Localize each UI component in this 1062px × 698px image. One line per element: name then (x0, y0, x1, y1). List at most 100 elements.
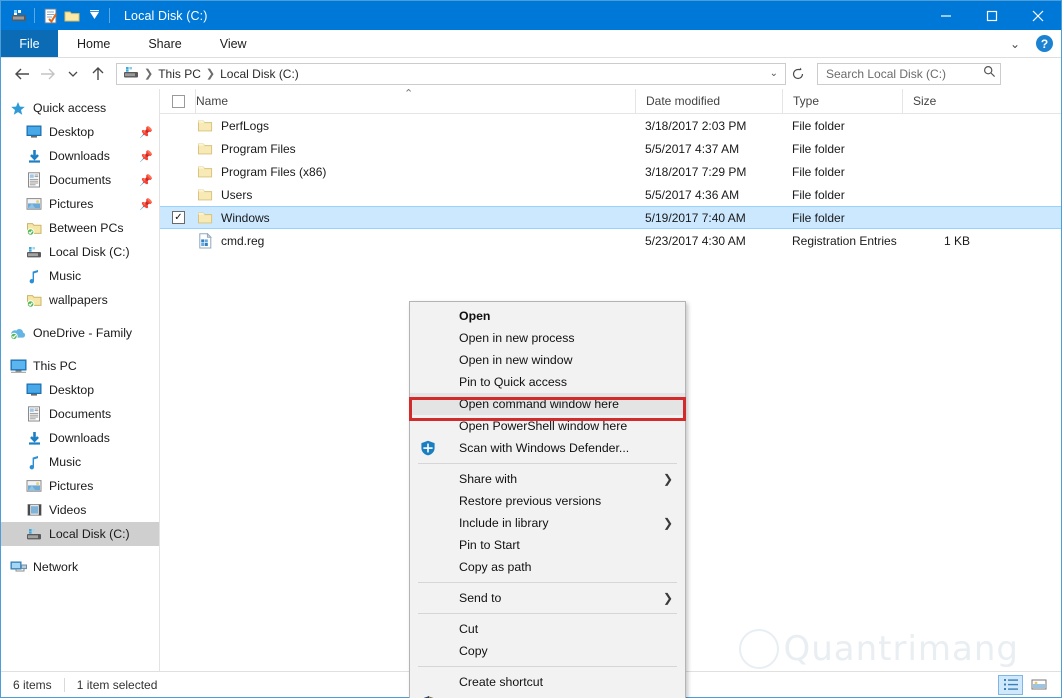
pin-icon[interactable]: 📌 (139, 126, 153, 139)
menu-item-copy-as-path[interactable]: Copy as path (410, 556, 685, 578)
table-row[interactable]: PerfLogs3/18/2017 2:03 PMFile folder (160, 114, 1061, 137)
menu-item-label: Send to (459, 591, 501, 605)
file-name: Program Files (215, 142, 645, 156)
menu-item-share-with[interactable]: Share with❯ (410, 468, 685, 490)
chevron-down-icon[interactable]: ⌄ (1004, 37, 1026, 51)
details-view-icon[interactable] (998, 675, 1023, 695)
breadcrumb-this-pc[interactable]: This PC (155, 67, 204, 81)
breadcrumb[interactable]: ❯ This PC ❯ Local Disk (C:) ⌄ (116, 63, 786, 85)
tab-file[interactable]: File (1, 30, 58, 57)
menu-item-copy[interactable]: Copy (410, 640, 685, 662)
sidebar-item-label: Music (49, 455, 81, 469)
row-checkbox[interactable] (172, 119, 185, 132)
row-checkbox[interactable]: ✓ (172, 211, 185, 224)
sidebar-item-pictures[interactable]: Pictures📌 (1, 192, 159, 216)
sidebar-item-between-pcs[interactable]: Between PCs (1, 216, 159, 240)
videos-icon (25, 502, 43, 518)
pin-icon[interactable]: 📌 (139, 150, 153, 163)
table-row[interactable]: ✓Windows5/19/2017 7:40 AMFile folder (160, 206, 1061, 229)
sidebar-item-downloads[interactable]: Downloads (1, 426, 159, 450)
sidebar-item-music[interactable]: Music (1, 450, 159, 474)
up-button[interactable] (85, 61, 110, 87)
sidebar-item-network[interactable]: Network (1, 555, 159, 579)
properties-icon[interactable] (39, 5, 61, 27)
column-header-size[interactable]: Size (902, 89, 990, 114)
row-checkbox[interactable] (172, 188, 185, 201)
sidebar-item-label: Downloads (49, 431, 110, 445)
maximize-button[interactable] (969, 1, 1015, 30)
close-button[interactable] (1015, 1, 1061, 30)
menu-item-open-in-new-process[interactable]: Open in new process (410, 327, 685, 349)
menu-item-scan-with-windows-defender[interactable]: Scan with Windows Defender... (410, 437, 685, 459)
search-icon[interactable] (983, 65, 996, 83)
sidebar-item-onedrive-family[interactable]: OneDrive - Family (1, 321, 159, 345)
menu-item-open[interactable]: Open (410, 305, 685, 327)
refresh-button[interactable] (786, 63, 809, 85)
menu-item-send-to[interactable]: Send to❯ (410, 587, 685, 609)
pin-icon[interactable]: 📌 (139, 198, 153, 211)
tab-home[interactable]: Home (58, 30, 129, 57)
sidebar-item-this-pc[interactable]: This PC (1, 354, 159, 378)
sidebar-item-label: This PC (33, 359, 77, 373)
minimize-button[interactable] (923, 1, 969, 30)
row-checkbox[interactable] (172, 165, 185, 178)
onedrive-icon (9, 325, 27, 341)
recent-locations-button[interactable] (60, 61, 85, 87)
search-box[interactable] (817, 63, 1001, 85)
drive-icon[interactable] (8, 5, 30, 27)
menu-item-open-in-new-window[interactable]: Open in new window (410, 349, 685, 371)
menu-item-restore-previous-versions[interactable]: Restore previous versions (410, 490, 685, 512)
table-row[interactable]: Users5/5/2017 4:36 AMFile folder (160, 183, 1061, 206)
file-type: File folder (792, 188, 912, 202)
column-header-type[interactable]: Type (782, 89, 902, 114)
sidebar-item-quick-access[interactable]: Quick access (1, 96, 159, 120)
large-icons-view-icon[interactable] (1026, 675, 1051, 695)
menu-item-label: Open command window here (459, 397, 619, 411)
file-name: Program Files (x86) (215, 165, 645, 179)
table-row[interactable]: cmd.reg5/23/2017 4:30 AMRegistration Ent… (160, 229, 1061, 252)
chevron-down-icon[interactable]: ⌄ (770, 68, 782, 79)
tab-view[interactable]: View (201, 30, 266, 57)
customize-dropdown-icon[interactable] (83, 5, 105, 27)
new-folder-icon[interactable] (61, 5, 83, 27)
search-input[interactable] (824, 66, 983, 82)
table-row[interactable]: Program Files (x86)3/18/2017 7:29 PMFile… (160, 160, 1061, 183)
column-header-name[interactable]: Name (195, 89, 635, 114)
menu-item-cut[interactable]: Cut (410, 618, 685, 640)
tab-share[interactable]: Share (129, 30, 200, 57)
menu-item-delete[interactable]: Delete (410, 693, 685, 698)
file-type: File folder (792, 211, 912, 225)
help-icon[interactable]: ? (1036, 35, 1053, 52)
select-all-checkbox[interactable] (172, 95, 185, 108)
sidebar-item-documents[interactable]: Documents (1, 402, 159, 426)
sidebar-item-videos[interactable]: Videos (1, 498, 159, 522)
sidebar-item-downloads[interactable]: Downloads📌 (1, 144, 159, 168)
sidebar-item-wallpapers[interactable]: wallpapers (1, 288, 159, 312)
menu-item-pin-to-start[interactable]: Pin to Start (410, 534, 685, 556)
breadcrumb-local-disk[interactable]: Local Disk (C:) (217, 67, 302, 81)
menu-item-create-shortcut[interactable]: Create shortcut (410, 671, 685, 693)
sidebar-item-desktop[interactable]: Desktop📌 (1, 120, 159, 144)
sidebar-item-music[interactable]: Music (1, 264, 159, 288)
pin-icon[interactable]: 📌 (139, 174, 153, 187)
chevron-up-icon: ⌃ (404, 87, 413, 100)
row-checkbox[interactable] (172, 234, 185, 247)
back-button[interactable] (10, 61, 35, 87)
sidebar-item-pictures[interactable]: Pictures (1, 474, 159, 498)
forward-button[interactable] (35, 61, 60, 87)
table-row[interactable]: Program Files5/5/2017 4:37 AMFile folder (160, 137, 1061, 160)
menu-item-open-command-window-here[interactable]: Open command window here (410, 393, 685, 415)
menu-item-open-powershell-window-here[interactable]: Open PowerShell window here (410, 415, 685, 437)
sidebar-item-local-disk-c[interactable]: Local Disk (C:) (1, 240, 159, 264)
sidebar-item-documents[interactable]: Documents📌 (1, 168, 159, 192)
sidebar-item-local-disk-c[interactable]: Local Disk (C:) (1, 522, 159, 546)
file-type: File folder (792, 142, 912, 156)
menu-item-label: Create shortcut (459, 675, 543, 689)
menu-item-include-in-library[interactable]: Include in library❯ (410, 512, 685, 534)
menu-item-pin-to-quick-access[interactable]: Pin to Quick access (410, 371, 685, 393)
column-header-date[interactable]: Date modified (635, 89, 782, 114)
registry-file-icon (195, 233, 215, 249)
sidebar-item-desktop[interactable]: Desktop (1, 378, 159, 402)
row-checkbox[interactable] (172, 142, 185, 155)
navigation-pane: Quick accessDesktop📌Downloads📌Documents📌… (1, 89, 160, 671)
